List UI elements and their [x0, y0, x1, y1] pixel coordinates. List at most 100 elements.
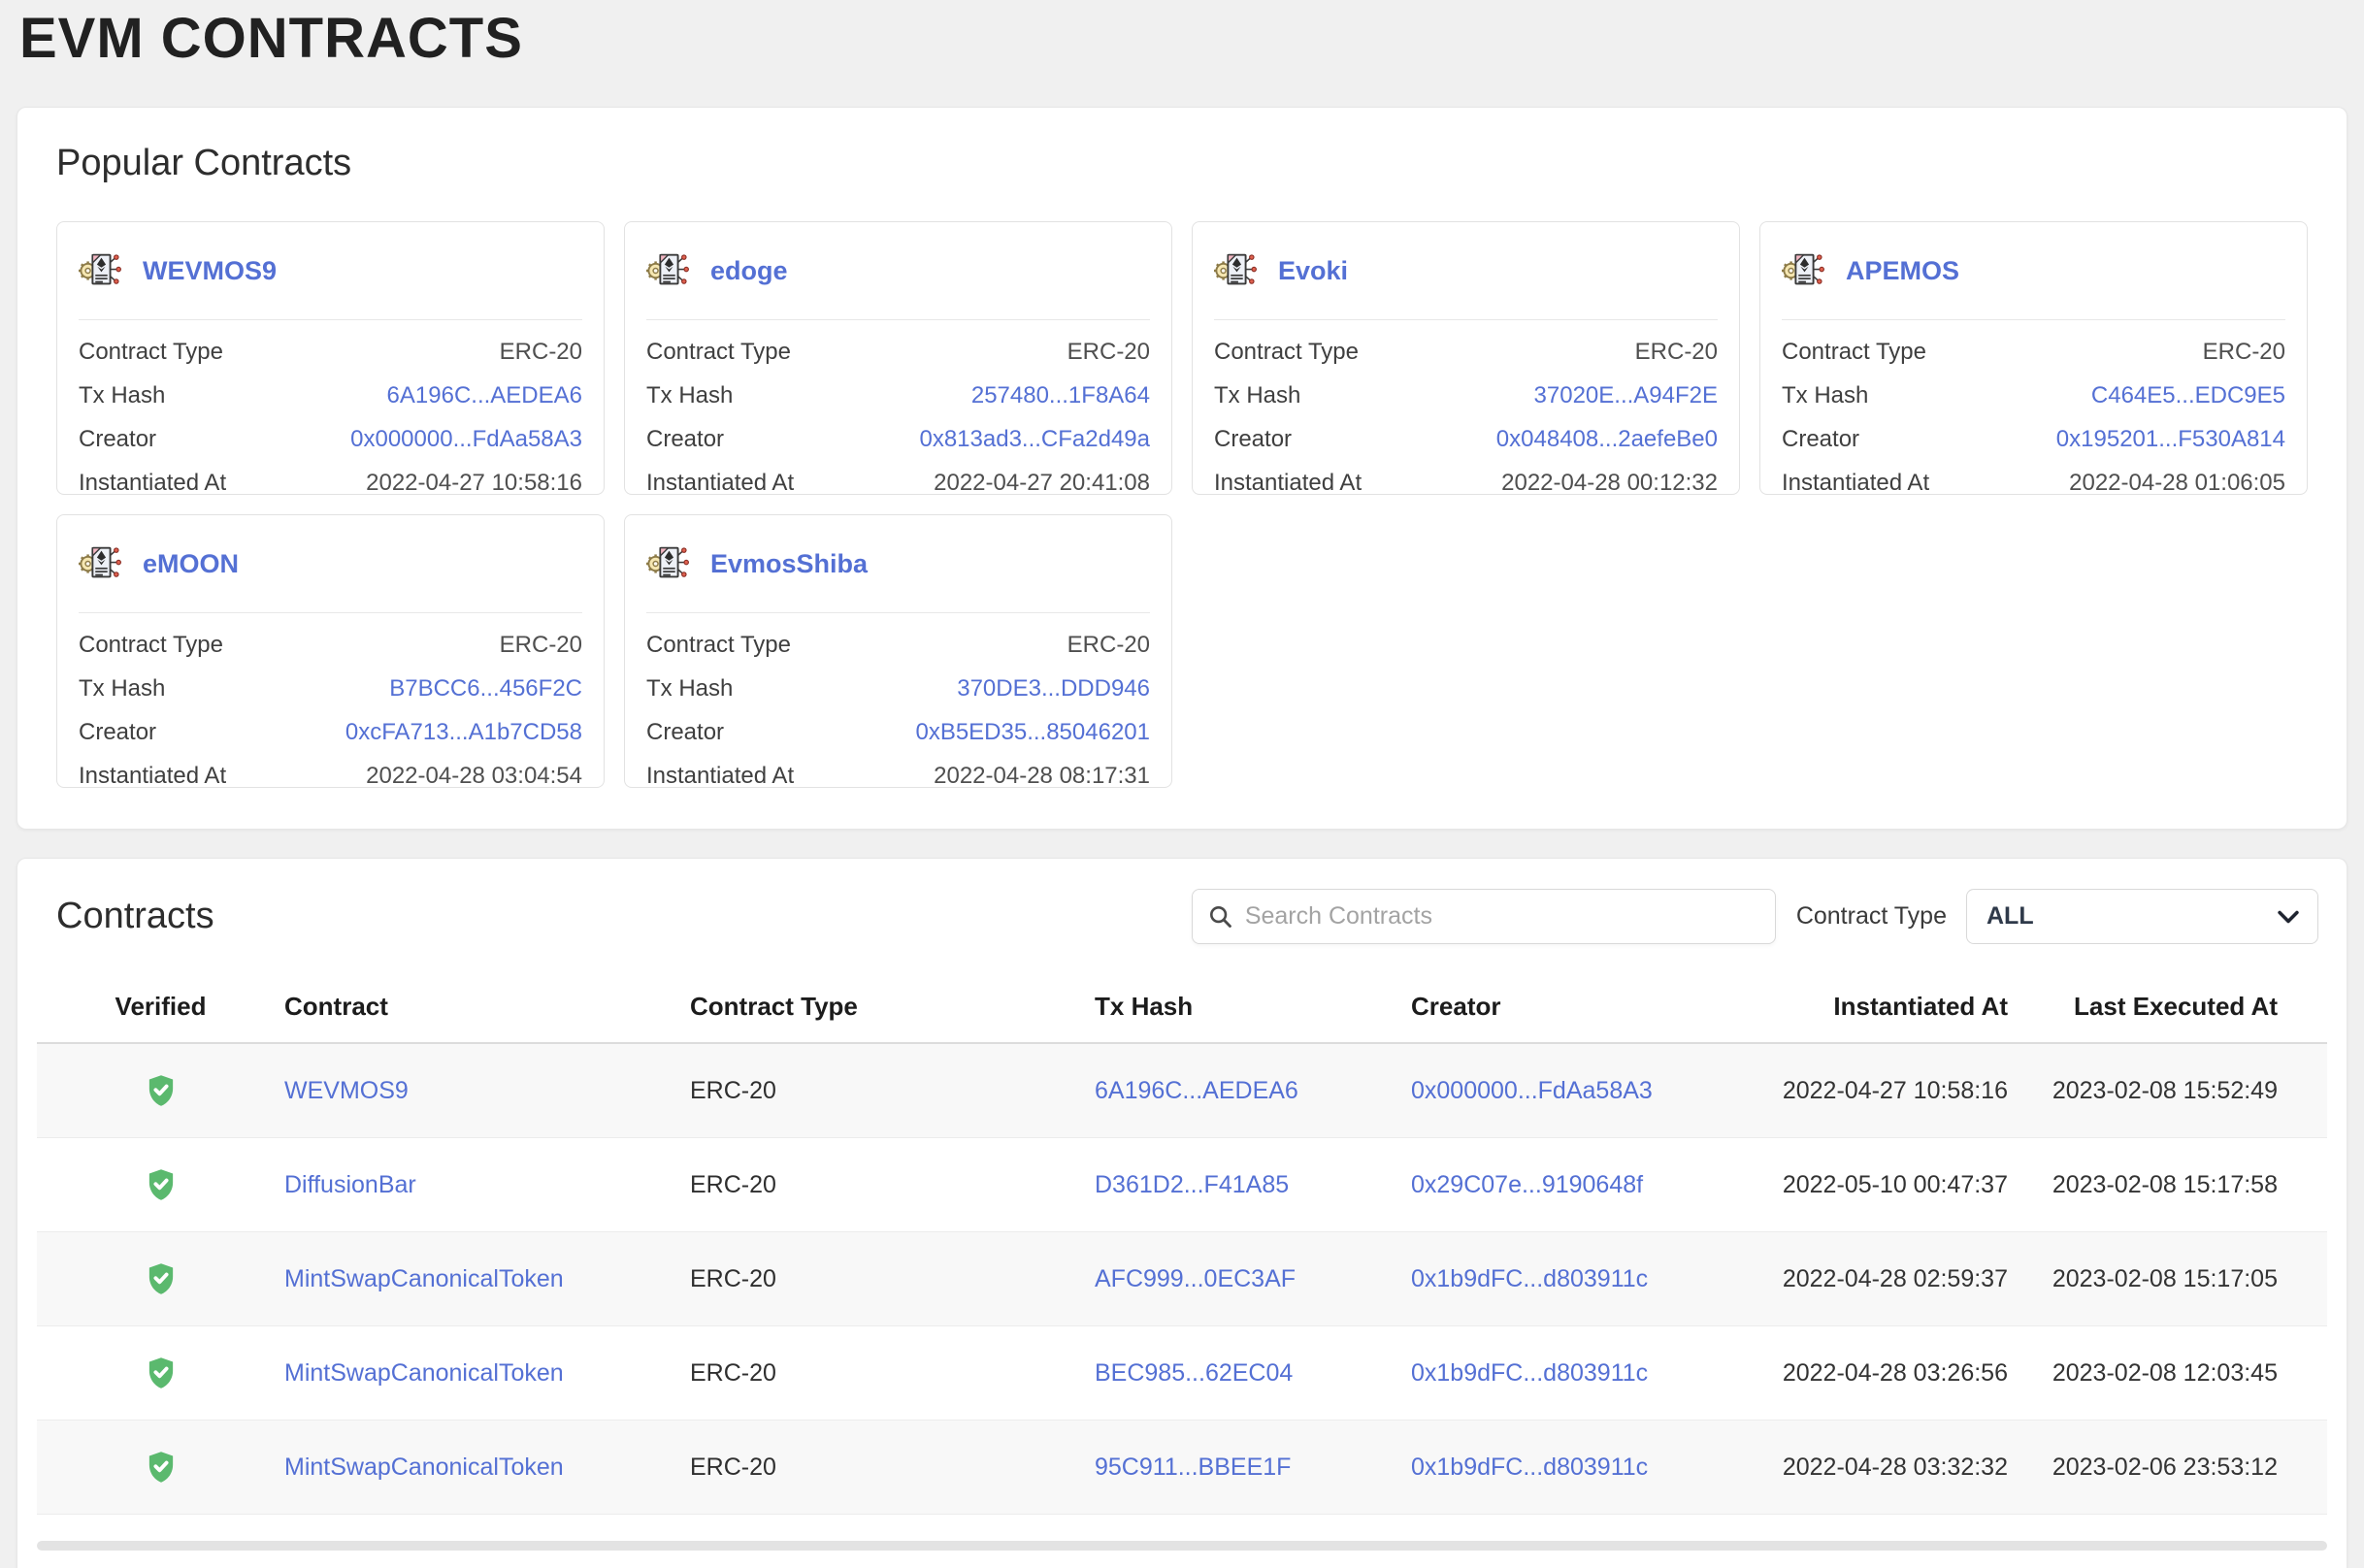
contracts-toolbar: Contracts Contract Type ALL: [17, 859, 2347, 944]
contract-type-cell: ERC-20: [690, 1171, 1095, 1199]
field-label: Instantiated At: [1782, 461, 1929, 505]
field-label: Tx Hash: [79, 667, 165, 710]
last-executed-at-cell: 2023-02-06 23:53:12: [2008, 1454, 2278, 1482]
creator-link[interactable]: 0x1b9dFC...d803911c: [1411, 1454, 1702, 1482]
creator-link[interactable]: 0xcFA713...A1b7CD58: [345, 710, 582, 754]
contract-type-cell: ERC-20: [690, 1454, 1095, 1482]
contract-link[interactable]: DiffusionBar: [284, 1171, 690, 1199]
field-label: Tx Hash: [646, 667, 733, 710]
field-label: Creator: [79, 417, 156, 461]
last-executed-at-cell: 2023-02-08 15:17:05: [2008, 1265, 2278, 1293]
chevron-down-icon: [2277, 910, 2300, 924]
col-header-contract-type: Contract Type: [690, 992, 1095, 1022]
tx-hash-link[interactable]: 95C911...BBEE1F: [1095, 1454, 1411, 1482]
contract-type-cell: ERC-20: [690, 1359, 1095, 1388]
selected-contract-type: ALL: [1986, 902, 2034, 931]
table-row: MintSwapCanonicalToken ERC-20 95C911...B…: [37, 1421, 2327, 1515]
tx-hash-link[interactable]: BEC985...62EC04: [1095, 1359, 1411, 1388]
field-label: Contract Type: [646, 623, 791, 667]
tx-hash-link[interactable]: D361D2...F41A85: [1095, 1171, 1411, 1199]
creator-link[interactable]: 0x000000...FdAa58A3: [1411, 1077, 1702, 1105]
verified-shield-icon: [147, 1356, 176, 1389]
instantiated-at-cell: 2022-05-10 00:47:37: [1702, 1171, 2008, 1199]
col-header-creator: Creator: [1411, 992, 1702, 1022]
horizontal-scrollbar[interactable]: [37, 1541, 2327, 1551]
verified-shield-icon: [147, 1074, 176, 1107]
instantiated-at-cell: 2022-04-27 10:58:16: [1702, 1077, 2008, 1105]
popular-contracts-heading: Popular Contracts: [17, 108, 2347, 184]
field-label: Creator: [79, 710, 156, 754]
contract-name-link[interactable]: WEVMOS9: [143, 256, 277, 286]
instantiated-at-cell: 2022-04-28 02:59:37: [1702, 1265, 2008, 1293]
contract-name-link[interactable]: eMOON: [143, 549, 239, 579]
tx-hash-link[interactable]: 370DE3...DDD946: [957, 667, 1150, 710]
contract-link[interactable]: WEVMOS9: [284, 1077, 690, 1105]
table-row: MintSwapCanonicalToken ERC-20 AFC999...0…: [37, 1232, 2327, 1326]
field-label: Instantiated At: [646, 754, 794, 798]
contract-icon: [646, 249, 691, 292]
contract-card: EvmosShiba Contract TypeERC-20 Tx Hash37…: [624, 514, 1172, 788]
creator-link[interactable]: 0x000000...FdAa58A3: [350, 417, 582, 461]
contract-card: edoge Contract TypeERC-20 Tx Hash257480.…: [624, 221, 1172, 495]
contract-type-value: ERC-20: [1635, 330, 1718, 374]
contract-icon: [646, 542, 691, 585]
field-label: Instantiated At: [646, 461, 794, 505]
contract-type-cell: ERC-20: [690, 1077, 1095, 1105]
contract-type-value: ERC-20: [500, 330, 582, 374]
contract-link[interactable]: MintSwapCanonicalToken: [284, 1359, 690, 1388]
creator-link[interactable]: 0x813ad3...CFa2d49a: [919, 417, 1150, 461]
contract-type-cell: ERC-20: [690, 1265, 1095, 1293]
field-label: Contract Type: [646, 330, 791, 374]
tx-hash-link[interactable]: 257480...1F8A64: [971, 374, 1150, 417]
col-header-contract: Contract: [284, 992, 690, 1022]
tx-hash-link[interactable]: C464E5...EDC9E5: [2091, 374, 2285, 417]
tx-hash-link[interactable]: 6A196C...AEDEA6: [1095, 1077, 1411, 1105]
tx-hash-link[interactable]: 37020E...A94F2E: [1534, 374, 1718, 417]
tx-hash-link[interactable]: B7BCC6...456F2C: [389, 667, 582, 710]
contract-name-link[interactable]: EvmosShiba: [710, 549, 868, 579]
contract-type-value: ERC-20: [2203, 330, 2285, 374]
field-label: Tx Hash: [646, 374, 733, 417]
contract-icon: [1782, 249, 1826, 292]
contract-type-value: ERC-20: [500, 623, 582, 667]
contract-type-filter-label: Contract Type: [1796, 902, 1947, 931]
popular-contracts-panel: Popular Contracts WEVMOS9 Contract TypeE…: [16, 107, 2348, 830]
creator-link[interactable]: 0x29C07e...9190648f: [1411, 1171, 1702, 1199]
contract-link[interactable]: MintSwapCanonicalToken: [284, 1265, 690, 1293]
field-label: Contract Type: [79, 330, 223, 374]
tx-hash-link[interactable]: 6A196C...AEDEA6: [387, 374, 582, 417]
contract-type-select[interactable]: ALL: [1966, 889, 2318, 944]
contract-card: Evoki Contract TypeERC-20 Tx Hash37020E.…: [1192, 221, 1740, 495]
field-label: Tx Hash: [1214, 374, 1300, 417]
table-row: WEVMOS9 ERC-20 6A196C...AEDEA6 0x000000.…: [37, 1044, 2327, 1138]
tx-hash-link[interactable]: AFC999...0EC3AF: [1095, 1265, 1411, 1293]
contract-name-link[interactable]: APEMOS: [1846, 256, 1959, 286]
creator-link[interactable]: 0x048408...2aefeBe0: [1496, 417, 1718, 461]
creator-link[interactable]: 0x1b9dFC...d803911c: [1411, 1359, 1702, 1388]
verified-shield-icon: [147, 1168, 176, 1201]
search-input[interactable]: [1245, 902, 1759, 931]
field-label: Contract Type: [79, 623, 223, 667]
field-label: Tx Hash: [1782, 374, 1868, 417]
search-icon: [1208, 904, 1233, 930]
contracts-heading: Contracts: [56, 896, 214, 937]
contract-name-link[interactable]: Evoki: [1278, 256, 1348, 286]
table-row: MintSwapCanonicalToken ERC-20 BEC985...6…: [37, 1326, 2327, 1421]
col-header-tx-hash: Tx Hash: [1095, 992, 1411, 1022]
creator-link[interactable]: 0x195201...F530A814: [2056, 417, 2285, 461]
instantiated-at-cell: 2022-04-28 03:32:32: [1702, 1454, 2008, 1482]
contract-link[interactable]: MintSwapCanonicalToken: [284, 1454, 690, 1482]
instantiated-at-value: 2022-04-27 20:41:08: [934, 461, 1150, 505]
instantiated-at-value: 2022-04-28 03:04:54: [366, 754, 582, 798]
creator-link[interactable]: 0x1b9dFC...d803911c: [1411, 1265, 1702, 1293]
field-label: Creator: [646, 417, 724, 461]
field-label: Tx Hash: [79, 374, 165, 417]
field-label: Creator: [1214, 417, 1292, 461]
field-label: Creator: [646, 710, 724, 754]
contract-name-link[interactable]: edoge: [710, 256, 788, 286]
field-label: Creator: [1782, 417, 1859, 461]
contract-card: eMOON Contract Type ERC-20 Tx Hash B7BCC6.…: [56, 514, 605, 788]
creator-link[interactable]: 0xB5ED35...85046201: [915, 710, 1150, 754]
contract-icon: [79, 249, 123, 292]
instantiated-at-value: 2022-04-27 10:58:16: [366, 461, 582, 505]
